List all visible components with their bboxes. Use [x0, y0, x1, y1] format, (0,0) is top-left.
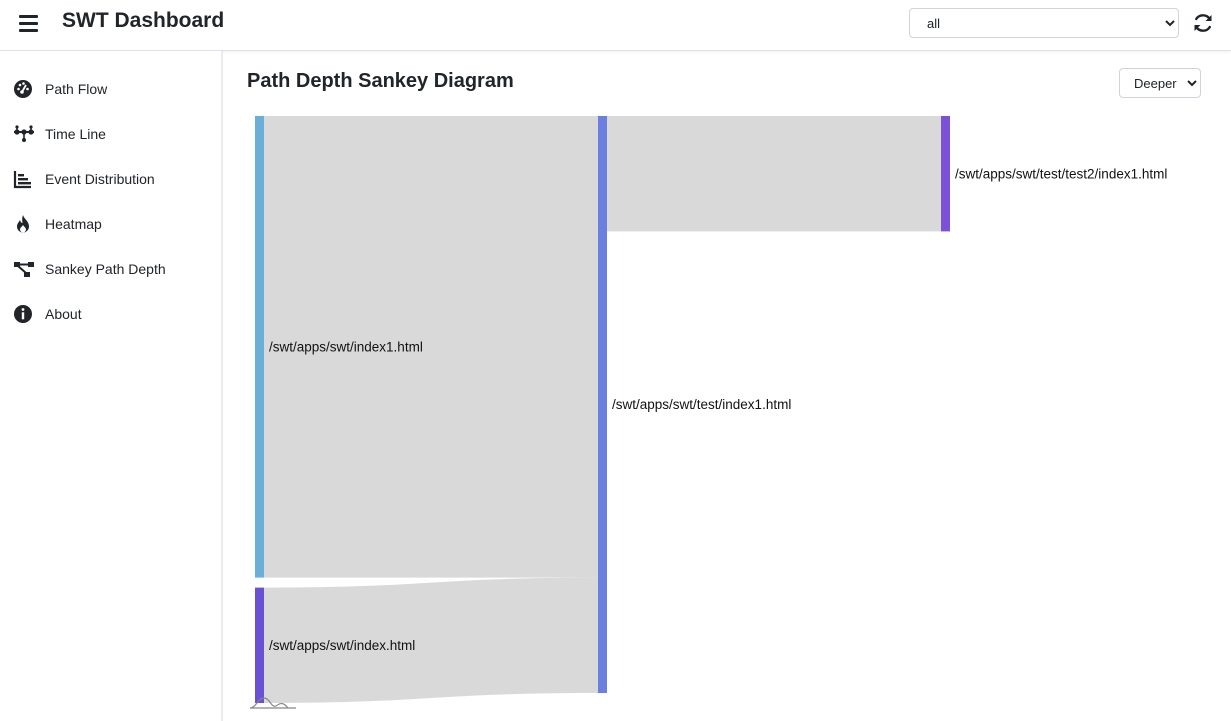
fire-icon [13, 214, 33, 234]
sankey-node-label: /swt/apps/swt/index.html [269, 638, 415, 653]
sankey-chart: /swt/apps/swt/index1.html/swt/apps/swt/i… [249, 116, 1167, 709]
sankey-node[interactable] [255, 116, 264, 578]
sankey-node[interactable] [255, 587, 264, 703]
sidebar-item-label: Sankey Path Depth [45, 261, 166, 277]
top-navbar: SWT Dashboard all [0, 0, 1231, 51]
sankey-link[interactable] [607, 116, 941, 232]
sidebar-item-label: Path Flow [45, 81, 108, 97]
sidebar-item-heatmap[interactable]: Heatmap [0, 204, 219, 244]
sankey-node[interactable] [598, 116, 607, 693]
sidebar-item-path-flow[interactable]: Path Flow [0, 69, 219, 109]
sidebar-item-label: About [45, 306, 82, 322]
sidebar-item-event-distribution[interactable]: Event Distribution [0, 159, 219, 199]
sidebar-item-label: Time Line [45, 126, 106, 142]
sidebar: Path Flow Time Line Event Distribution H… [0, 51, 223, 721]
filter-select[interactable]: all [909, 8, 1179, 38]
info-circle-icon [13, 304, 33, 324]
sidebar-item-label: Heatmap [45, 216, 102, 232]
sidebar-item-about[interactable]: About [0, 294, 219, 334]
menu-toggle-icon[interactable] [18, 12, 40, 34]
refresh-icon[interactable] [1191, 11, 1215, 35]
timeline-icon [13, 124, 34, 144]
sankey-node[interactable] [941, 116, 950, 232]
sankey-node-label: /swt/apps/swt/test/test2/index1.html [955, 166, 1167, 181]
sidebar-item-label: Event Distribution [45, 171, 155, 187]
bar-chart-icon [13, 169, 33, 189]
sidebar-item-time-line[interactable]: Time Line [0, 114, 219, 154]
sankey-node-label: /swt/apps/swt/test/index1.html [612, 397, 791, 412]
sidebar-item-sankey-path-depth[interactable]: Sankey Path Depth [0, 249, 219, 289]
sankey-icon [13, 259, 34, 279]
page-title: Path Depth Sankey Diagram [247, 70, 514, 92]
app-title: SWT Dashboard [62, 9, 225, 32]
depth-select[interactable]: Deeper [1119, 68, 1201, 98]
tachometer-icon [13, 79, 33, 99]
sankey-node-label: /swt/apps/swt/index1.html [269, 340, 423, 355]
